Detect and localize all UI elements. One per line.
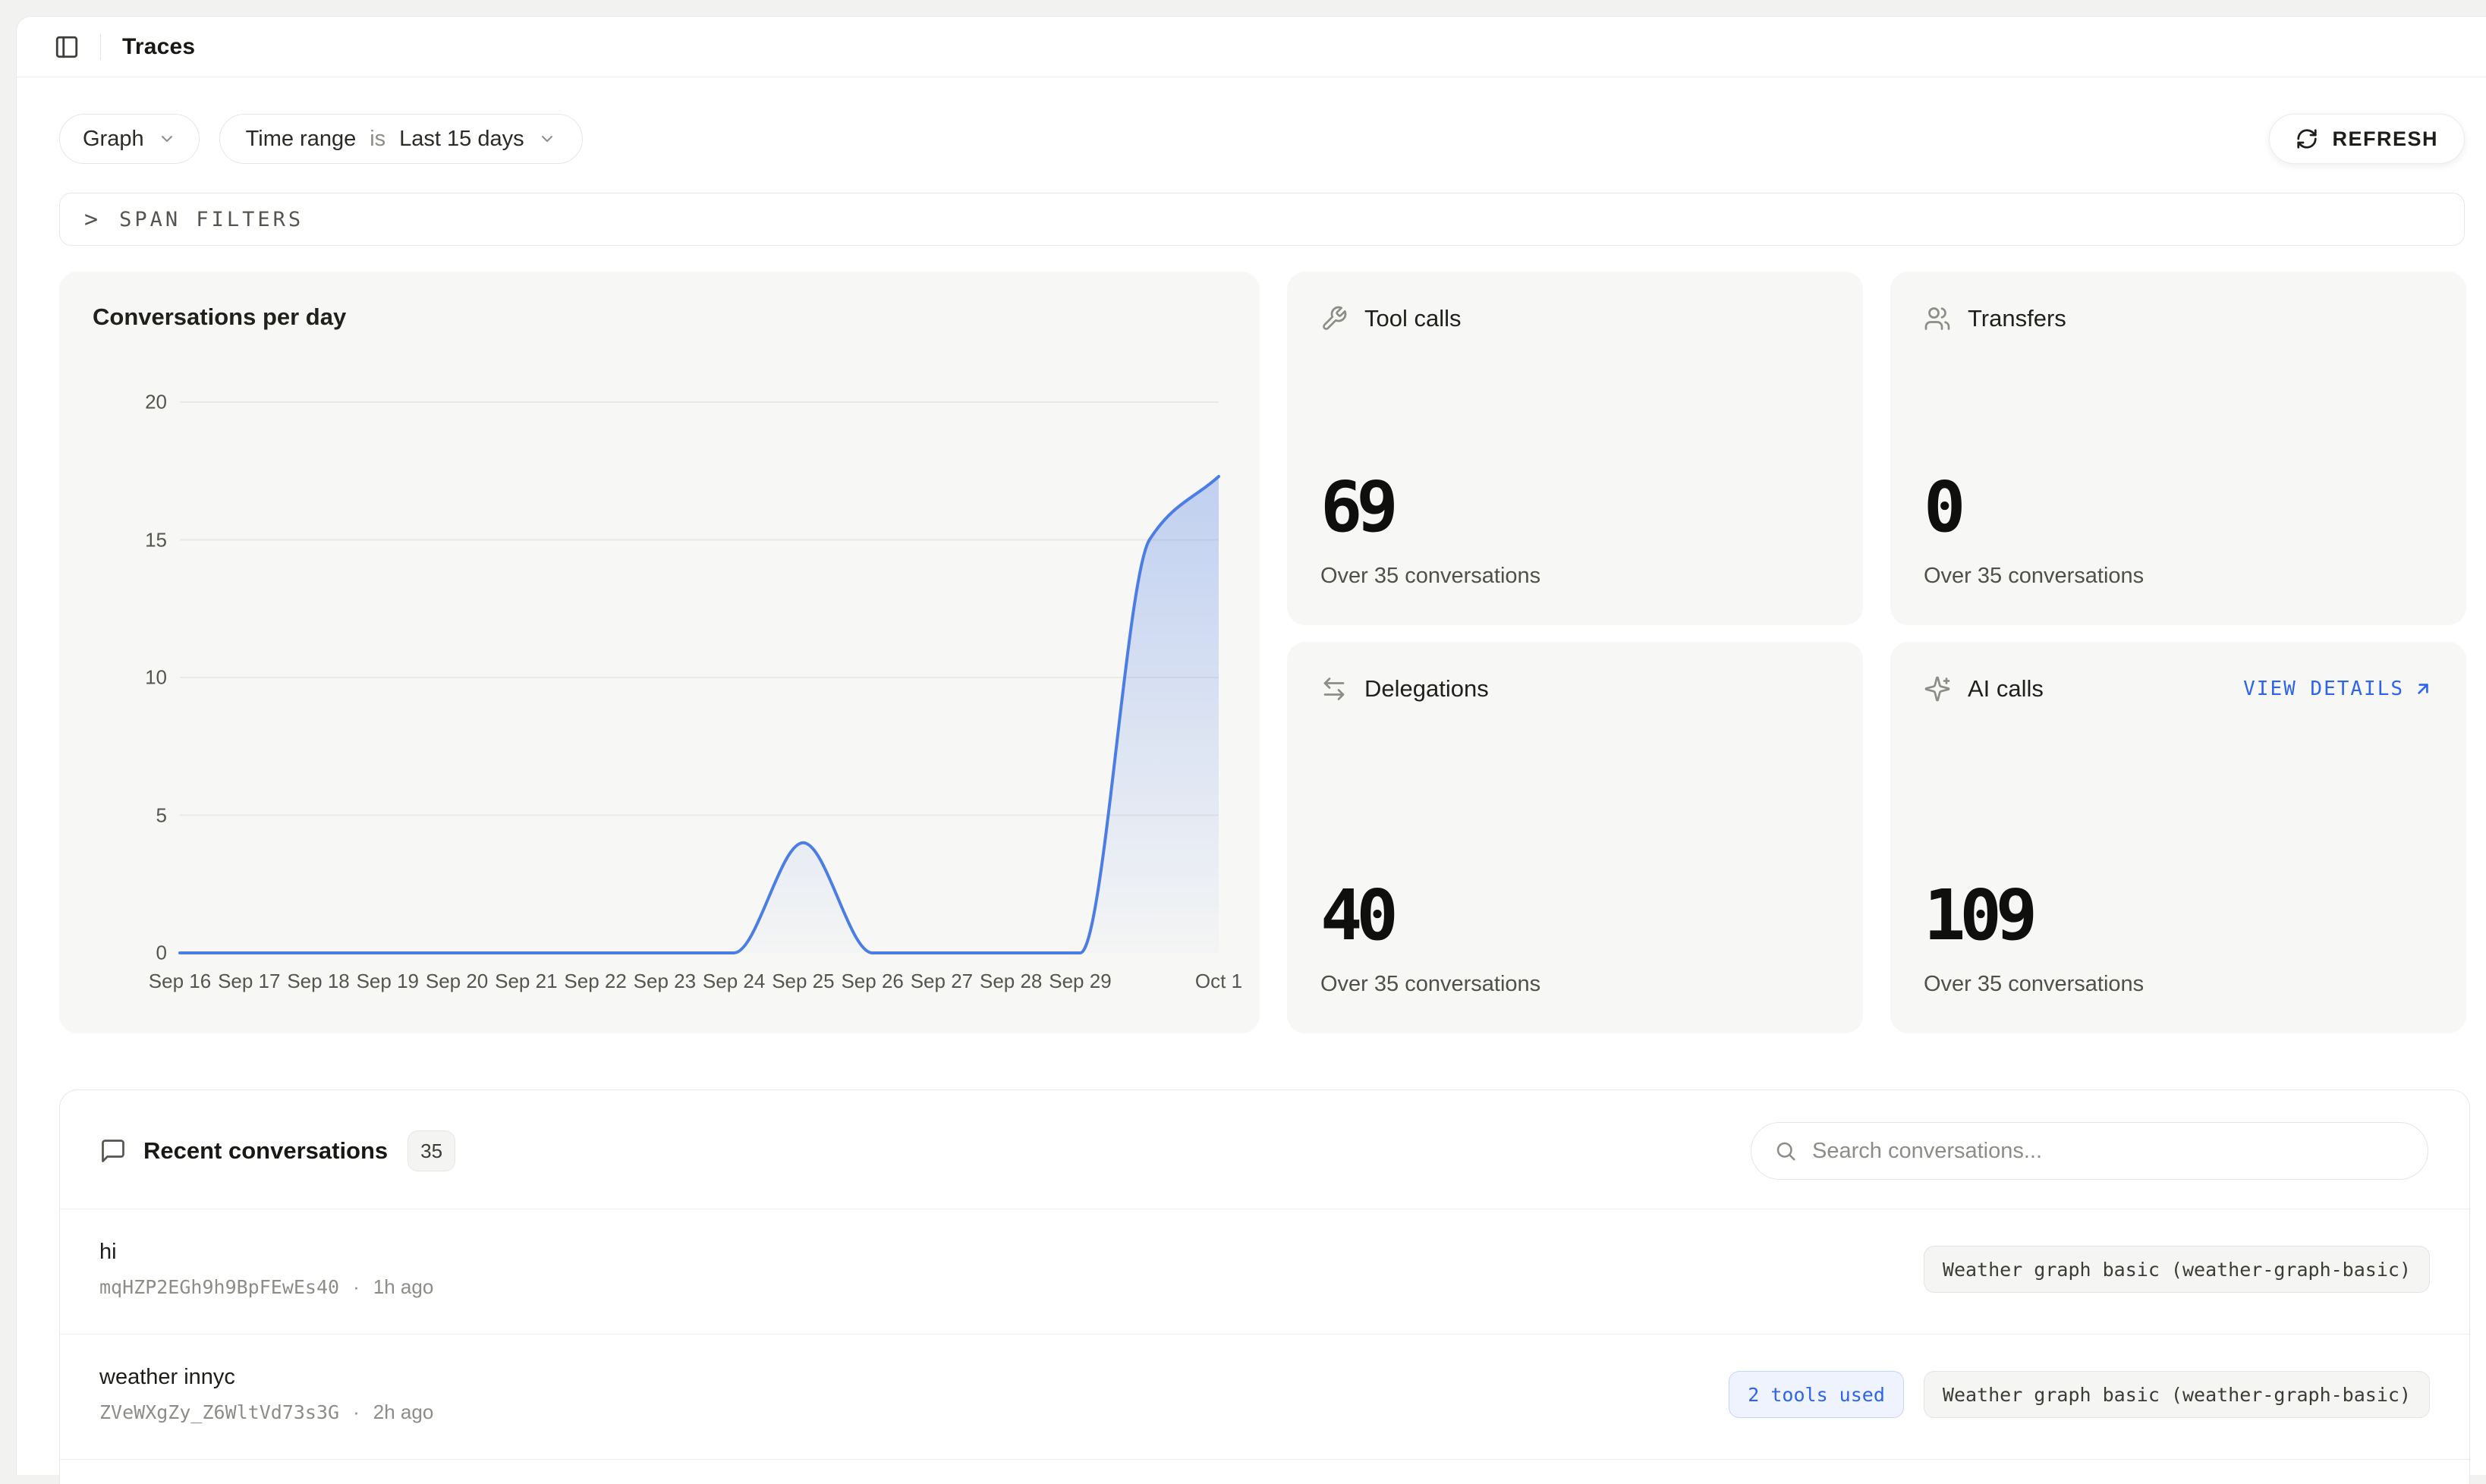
filters-toolbar: Graph Time range is Last 15 days REFRESH <box>59 114 2465 164</box>
main-content-panel: Traces Graph Time range is Last 15 days … <box>16 16 2486 1475</box>
x-tick-label: Sep 18 <box>287 970 349 993</box>
stat-value: 40 <box>1320 881 1830 951</box>
x-tick-label: Sep 25 <box>772 970 834 993</box>
x-tick-label: Sep 16 <box>149 970 211 993</box>
stat-title: Delegations <box>1364 675 1489 703</box>
conversation-row[interactable]: weather innyc ZVeWXgZy_Z6WltVd73s3G · 2h… <box>60 1334 2469 1459</box>
stat-card-ai-calls: AI calls VIEW DETAILS 109 Over 35 conver… <box>1890 642 2466 1033</box>
stat-title: AI calls <box>1968 675 2044 703</box>
stat-card-transfers: Transfers 0 Over 35 conversations <box>1890 272 2466 625</box>
chart-plot-area[interactable] <box>180 402 1219 953</box>
tools-used-tag: 2 tools used <box>1729 1371 1904 1418</box>
x-tick-label: Sep 19 <box>357 970 419 993</box>
time-range-filter[interactable]: Time range is Last 15 days <box>219 114 583 164</box>
conversation-id: mqHZP2EGh9h9BpFEwEs40 <box>99 1276 339 1298</box>
recent-conversations-title: Recent conversations <box>143 1137 388 1165</box>
stat-title: Transfers <box>1968 305 2066 332</box>
page-title: Traces <box>122 34 195 60</box>
stat-card-tool-calls: Tool calls 69 Over 35 conversations <box>1287 272 1863 625</box>
y-tick-label: 5 <box>156 803 167 827</box>
arrow-up-right-icon <box>2413 679 2433 699</box>
chevron-right-icon: > <box>84 206 98 233</box>
sparkles-icon <box>1924 675 1951 703</box>
top-header: Traces <box>17 17 2486 77</box>
conversation-count-badge: 35 <box>408 1130 455 1171</box>
search-conversations-box[interactable] <box>1751 1122 2428 1180</box>
x-tick-label: Sep 20 <box>426 970 488 993</box>
stat-card-delegations: Delegations 40 Over 35 conversations <box>1287 642 1863 1033</box>
view-details-link[interactable]: VIEW DETAILS <box>2243 678 2433 700</box>
chat-bubble-icon <box>99 1137 127 1165</box>
chart-area-fill <box>180 476 1219 953</box>
time-range-value: Last 15 days <box>399 127 524 152</box>
view-details-label: VIEW DETAILS <box>2243 678 2404 700</box>
refresh-label: REFRESH <box>2332 127 2438 151</box>
stat-subtitle: Over 35 conversations <box>1320 972 1830 997</box>
search-conversations-input[interactable] <box>1812 1139 2405 1164</box>
x-tick-label: Sep 26 <box>841 970 903 993</box>
swap-arrows-icon <box>1320 675 1348 703</box>
time-range-field: Time range <box>246 127 357 152</box>
x-tick-label: Sep 28 <box>980 970 1042 993</box>
x-tick-label: Sep 27 <box>911 970 973 993</box>
users-icon <box>1924 305 1951 332</box>
span-filters-label: SPAN FILTERS <box>119 208 304 231</box>
chart-line <box>180 476 1219 953</box>
meta-separator: · <box>353 1401 360 1424</box>
conversations-chart-card: Conversations per day 0 5 10 15 20 Sep 16 Sep… <box>59 272 1260 1033</box>
agent-tag: Weather graph basic (weather-graph-basic… <box>1924 1371 2430 1418</box>
chart-gridlines <box>180 402 1219 816</box>
y-tick-label: 10 <box>145 666 167 690</box>
stat-value: 69 <box>1320 473 1830 542</box>
meta-separator: · <box>353 1275 360 1299</box>
chart-y-axis: 05101520 <box>59 402 167 953</box>
agent-tag: Weather graph basic (weather-graph-basic… <box>1924 1246 2430 1293</box>
conversation-row[interactable]: hi mqHZP2EGh9h9BpFEwEs40 · 1h ago Weathe… <box>60 1209 2469 1334</box>
y-tick-label: 0 <box>156 942 167 965</box>
stat-value: 109 <box>1924 881 2433 951</box>
conversation-time: 2h ago <box>373 1401 434 1424</box>
search-icon <box>1774 1140 1797 1162</box>
stat-subtitle: Over 35 conversations <box>1924 972 2433 997</box>
sidebar-toggle-button[interactable] <box>47 27 87 67</box>
x-tick-label: Sep 17 <box>218 970 280 993</box>
x-tick-label: Sep 22 <box>564 970 626 993</box>
view-mode-label: Graph <box>83 127 144 152</box>
chevron-down-icon <box>158 130 176 148</box>
time-range-operator: is <box>370 127 385 152</box>
chart-title: Conversations per day <box>93 303 346 331</box>
conversations-chart-svg <box>180 402 1219 953</box>
y-tick-label: 15 <box>145 528 167 552</box>
x-tick-label: Sep 23 <box>634 970 696 993</box>
stat-title: Tool calls <box>1364 305 1462 332</box>
refresh-icon <box>2296 127 2318 150</box>
refresh-button[interactable]: REFRESH <box>2269 114 2465 164</box>
conversation-title: weather innyc <box>99 1365 433 1390</box>
stat-subtitle: Over 35 conversations <box>1924 564 2433 589</box>
stat-value: 0 <box>1924 473 2433 542</box>
wrench-icon <box>1320 305 1348 332</box>
y-tick-label: 20 <box>145 391 167 414</box>
panel-left-icon <box>54 34 80 60</box>
view-mode-dropdown[interactable]: Graph <box>59 114 200 164</box>
stats-grid: Conversations per day 0 5 10 15 20 Sep 16 Sep… <box>59 272 2466 1033</box>
x-tick-label: Sep 29 <box>1049 970 1111 993</box>
recent-conversations-section: Recent conversations 35 hi mqHZP2EGh9h9B… <box>59 1089 2470 1484</box>
conversation-title: hi <box>99 1240 433 1265</box>
header-divider <box>100 34 101 60</box>
x-tick-label: Sep 24 <box>703 970 765 993</box>
conversation-id: ZVeWXgZy_Z6WltVd73s3G <box>99 1401 339 1423</box>
span-filters-expander[interactable]: > SPAN FILTERS <box>59 193 2465 246</box>
stat-subtitle: Over 35 conversations <box>1320 564 1830 589</box>
x-tick-label: Sep 21 <box>495 970 557 993</box>
recent-conversations-header: Recent conversations 35 <box>60 1090 2469 1209</box>
conversation-time: 1h ago <box>373 1275 434 1299</box>
chevron-down-icon <box>538 130 556 148</box>
x-tick-label: Oct 1 <box>1195 970 1242 993</box>
chart-x-axis: Sep 16Sep 17Sep 18Sep 19Sep 20Sep 21Sep … <box>180 970 1219 1000</box>
row-divider <box>60 1459 2469 1460</box>
